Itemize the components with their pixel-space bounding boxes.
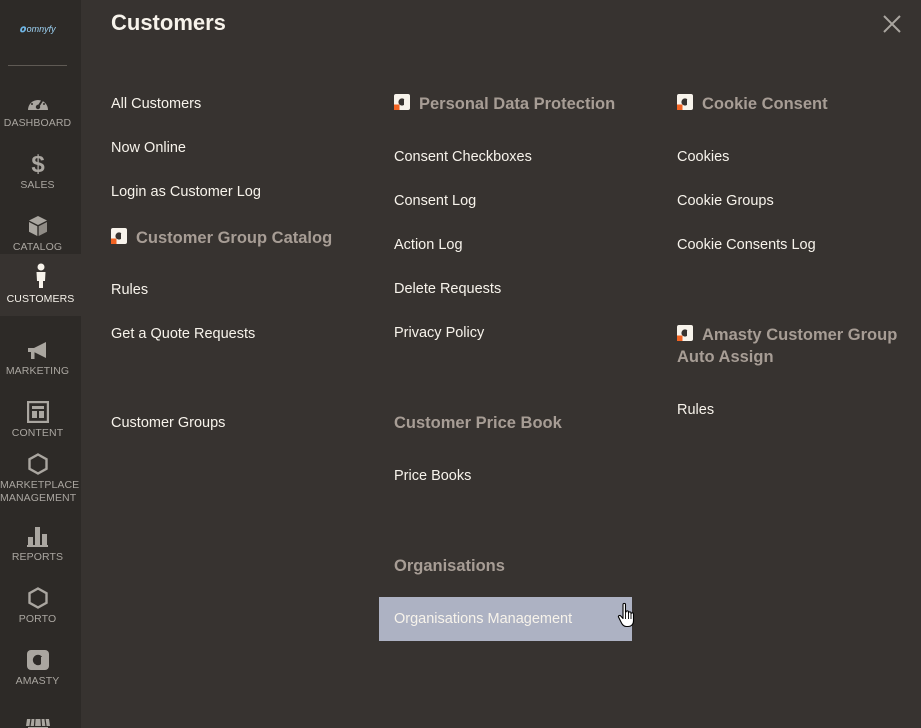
group-title-text-line1: Amasty Customer Group (702, 326, 898, 344)
sidebar-item-reports[interactable]: REPORTS (0, 512, 75, 574)
menu-item-organisations-management-hovered[interactable]: Organisations Management (379, 597, 632, 641)
amasty-badge-icon (677, 325, 693, 341)
group-title-cookie-consent: Cookie Consent (677, 93, 828, 115)
group-title-customer-group-catalog: Customer Group Catalog (111, 227, 332, 249)
dashboard-gauge-icon (26, 89, 50, 113)
close-icon (883, 15, 901, 33)
link-cookie-groups[interactable]: Cookie Groups (677, 193, 774, 209)
link-price-books[interactable]: Price Books (394, 468, 471, 484)
amasty-icon (26, 647, 50, 671)
sidebar-item-label: CATALOG (12, 240, 63, 253)
logo-text: omnyfy (26, 24, 56, 34)
megaphone-icon (26, 337, 50, 361)
group-title-amasty-customer-group-auto-assign: Amasty Customer Group Auto Assign (677, 324, 907, 368)
dollar-icon: $ (30, 151, 46, 175)
group-title-organisations: Organisations (394, 555, 505, 577)
link-login-as-customer-log[interactable]: Login as Customer Log (111, 184, 261, 200)
hexagon-icon (27, 585, 48, 609)
group-title-text: Customer Price Book (394, 414, 562, 432)
sidebar-item-label: CONTENT (11, 426, 64, 439)
link-consent-log[interactable]: Consent Log (394, 193, 476, 209)
amasty-badge-icon (677, 94, 693, 110)
group-title-text: Cookie Consent (702, 95, 828, 113)
sidebar-item-label: CUSTOMERS (6, 292, 75, 305)
amasty-badge-icon (111, 228, 127, 244)
sidebar-item-stores[interactable] (0, 698, 75, 728)
logo-mark-icon: 𝛐 (19, 23, 26, 35)
link-rules-auto-assign[interactable]: Rules (677, 402, 714, 418)
group-title-personal-data-protection: Personal Data Protection (394, 93, 615, 115)
sidebar-item-marketplace-management[interactable]: MARKETPLACE MANAGEMENT (0, 446, 80, 510)
svg-text:$: $ (31, 151, 45, 175)
sidebar-divider (8, 65, 67, 66)
sidebar-item-label: SALES (20, 178, 55, 191)
link-action-log[interactable]: Action Log (394, 237, 463, 253)
group-title-text: Organisations (394, 557, 505, 575)
hexagon-icon (27, 451, 48, 475)
group-title-customer-price-book: Customer Price Book (394, 412, 562, 434)
link-consent-checkboxes[interactable]: Consent Checkboxes (394, 149, 532, 165)
link-delete-requests[interactable]: Delete Requests (394, 281, 501, 297)
sidebar-item-label: PORTO (18, 612, 57, 625)
sidebar-item-amasty[interactable]: AMASTY (0, 636, 75, 698)
link-cookie-consents-log[interactable]: Cookie Consents Log (677, 237, 816, 253)
admin-sidebar: 𝛐 omnyfy DASHBOARD $ SALES CATALOG CUSTOM… (0, 0, 81, 728)
person-icon (34, 263, 48, 289)
sidebar-item-label: MARKETING (5, 364, 70, 377)
sidebar-item-label: AMASTY (15, 674, 60, 687)
hand-pointer-cursor-icon (617, 602, 635, 628)
group-title-text-line2: Auto Assign (677, 348, 774, 366)
sidebar-item-label: REPORTS (11, 550, 64, 563)
link-rules[interactable]: Rules (111, 282, 148, 298)
link-now-online[interactable]: Now Online (111, 140, 186, 156)
link-privacy-policy[interactable]: Privacy Policy (394, 325, 484, 341)
sidebar-item-marketing[interactable]: MARKETING (0, 326, 75, 388)
link-customer-groups[interactable]: Customer Groups (111, 415, 225, 431)
sidebar-item-porto[interactable]: PORTO (0, 574, 75, 636)
sidebar-item-label-line2: MANAGEMENT (0, 492, 77, 504)
sidebar-item-sales[interactable]: $ SALES (0, 140, 75, 202)
link-all-customers[interactable]: All Customers (111, 96, 201, 112)
bar-chart-icon (26, 523, 49, 547)
link-organisations-management[interactable]: Organisations Management (394, 611, 572, 627)
layout-icon (26, 399, 49, 423)
page-title: Customers (111, 10, 226, 35)
group-title-text: Customer Group Catalog (136, 229, 333, 247)
sidebar-item-label: DASHBOARD (3, 116, 72, 129)
sidebar-item-label-line1: MARKETPLACE (0, 479, 80, 491)
box-icon (28, 213, 48, 237)
sidebar-item-dashboard[interactable]: DASHBOARD (0, 78, 75, 140)
link-cookies[interactable]: Cookies (677, 149, 729, 165)
link-get-a-quote-requests[interactable]: Get a Quote Requests (111, 326, 255, 342)
close-button[interactable] (878, 10, 906, 38)
omnyfy-logo[interactable]: 𝛐 omnyfy (0, 0, 75, 58)
sidebar-item-customers[interactable]: CUSTOMERS (0, 254, 81, 316)
amasty-badge-icon (394, 94, 410, 110)
group-title-text: Personal Data Protection (419, 95, 616, 113)
sidebar-item-content[interactable]: CONTENT (0, 388, 75, 450)
store-icon (25, 715, 51, 728)
